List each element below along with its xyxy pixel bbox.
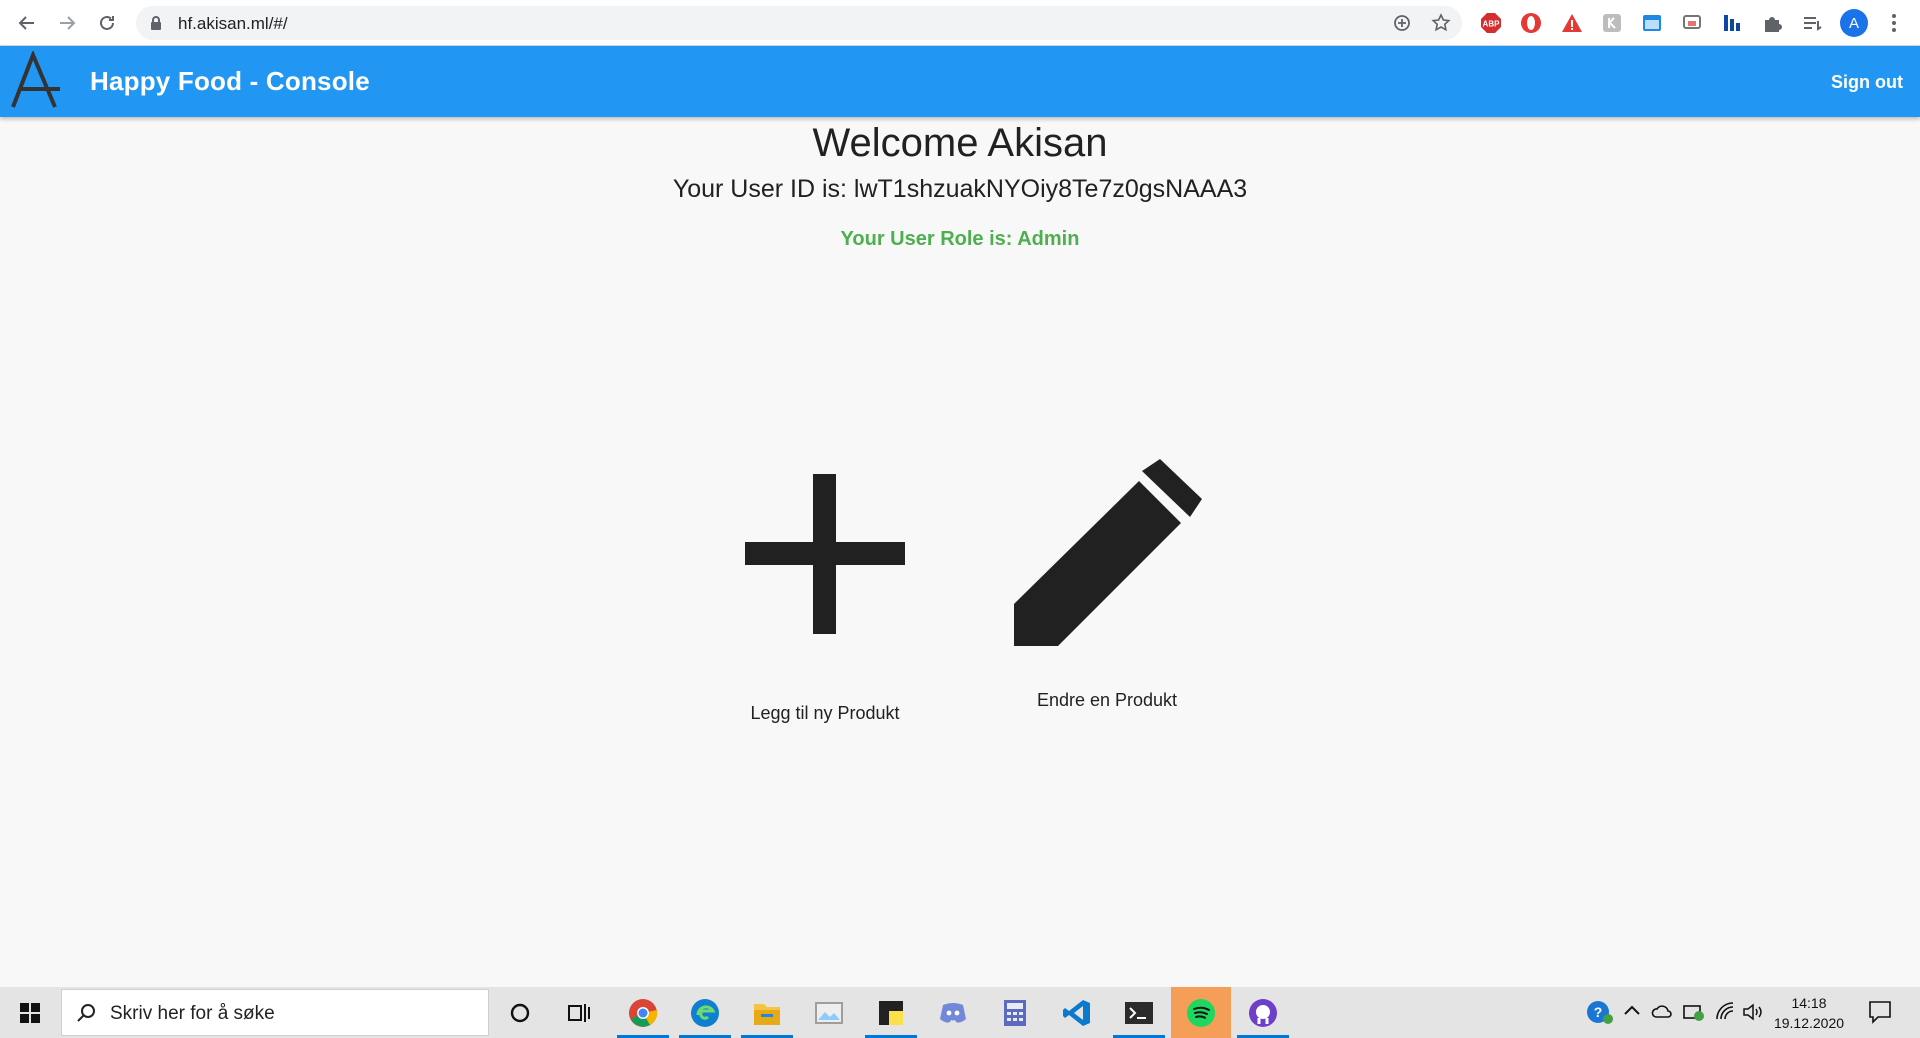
svg-text:?: ? [1594, 1004, 1603, 1020]
chrome-icon[interactable] [613, 987, 673, 1038]
reload-icon[interactable] [94, 11, 120, 35]
bookmark-star-icon[interactable] [1431, 13, 1451, 38]
warning-icon[interactable] [1561, 12, 1583, 34]
clock-date: 19.12.2020 [1773, 1015, 1845, 1031]
taskbar-clock[interactable]: 14:18 19.12.2020 [1764, 993, 1854, 1033]
github-icon[interactable] [1233, 987, 1293, 1038]
help-icon[interactable]: ? [1586, 999, 1614, 1030]
taskbar: Skriv her for å søke ? 14:18 19.12.2020 [0, 987, 1920, 1038]
cortana-icon[interactable] [490, 987, 550, 1038]
pencil-icon [1014, 459, 1202, 646]
edge-icon[interactable] [675, 987, 735, 1038]
taskbar-search-input[interactable]: Skriv her for å søke [61, 989, 489, 1036]
vscode-icon[interactable] [1047, 987, 1107, 1038]
svg-text:ABP: ABP [1483, 20, 1501, 29]
back-icon[interactable] [14, 11, 40, 35]
extension-k-icon[interactable] [1601, 12, 1623, 34]
profile-avatar[interactable]: A [1840, 9, 1868, 37]
welcome-heading: Welcome Akisan [812, 121, 1108, 165]
terminal-icon[interactable] [1109, 987, 1169, 1038]
volume-icon[interactable] [1742, 1002, 1764, 1027]
opera-icon[interactable] [1520, 12, 1542, 34]
edit-product-button[interactable] [1012, 458, 1206, 648]
url-text: hf.akisan.ml/#/ [178, 14, 288, 33]
address-bar[interactable]: hf.akisan.ml/#/ [136, 6, 1462, 40]
extension-cast-icon[interactable] [1681, 12, 1703, 34]
sticky-notes-icon[interactable] [861, 987, 921, 1038]
discord-icon[interactable] [923, 987, 983, 1038]
extension-bars-icon[interactable] [1721, 12, 1743, 34]
extension-window-icon[interactable] [1641, 12, 1663, 34]
forward-icon[interactable] [54, 11, 80, 35]
windows-start-icon[interactable] [0, 987, 60, 1038]
add-product-label[interactable]: Legg til ny Produkt [750, 703, 900, 724]
user-id-text: Your User ID is: lwT1shzuakNYOiy8Te7z0gs… [672, 175, 1248, 203]
notifications-icon[interactable] [1868, 1000, 1892, 1029]
clock-time: 14:18 [1791, 995, 1827, 1011]
plus-icon [745, 474, 905, 634]
edit-product-label[interactable]: Endre en Produkt [1030, 690, 1184, 711]
app-header: A Happy Food - Console Sign out [0, 46, 1920, 117]
calculator-icon[interactable] [985, 987, 1045, 1038]
lock-icon [151, 16, 161, 30]
puzzle-icon[interactable] [1761, 12, 1783, 34]
task-view-icon[interactable] [550, 987, 610, 1038]
file-explorer-icon[interactable] [737, 987, 797, 1038]
search-icon [77, 1004, 95, 1022]
app-logo[interactable]: A [10, 49, 60, 109]
chevron-up-icon[interactable] [1623, 1003, 1641, 1021]
install-icon[interactable] [1392, 13, 1412, 38]
sign-out-button[interactable]: Sign out [1831, 72, 1903, 93]
app-title[interactable]: Happy Food - Console [90, 66, 370, 97]
cloud-sync-icon[interactable] [1651, 1002, 1673, 1027]
photos-icon[interactable] [799, 987, 859, 1038]
spotify-icon[interactable] [1171, 987, 1231, 1038]
security-icon[interactable] [1683, 1002, 1705, 1027]
wifi-icon[interactable] [1715, 1002, 1737, 1027]
reading-list-icon[interactable] [1801, 12, 1823, 34]
browser-toolbar: hf.akisan.ml/#/ ABP A [0, 0, 1920, 46]
browser-menu-icon[interactable] [1883, 12, 1905, 34]
user-role-text: Your User Role is: Admin [840, 228, 1080, 250]
add-product-button[interactable] [744, 472, 906, 634]
abp-icon[interactable]: ABP [1480, 12, 1502, 34]
